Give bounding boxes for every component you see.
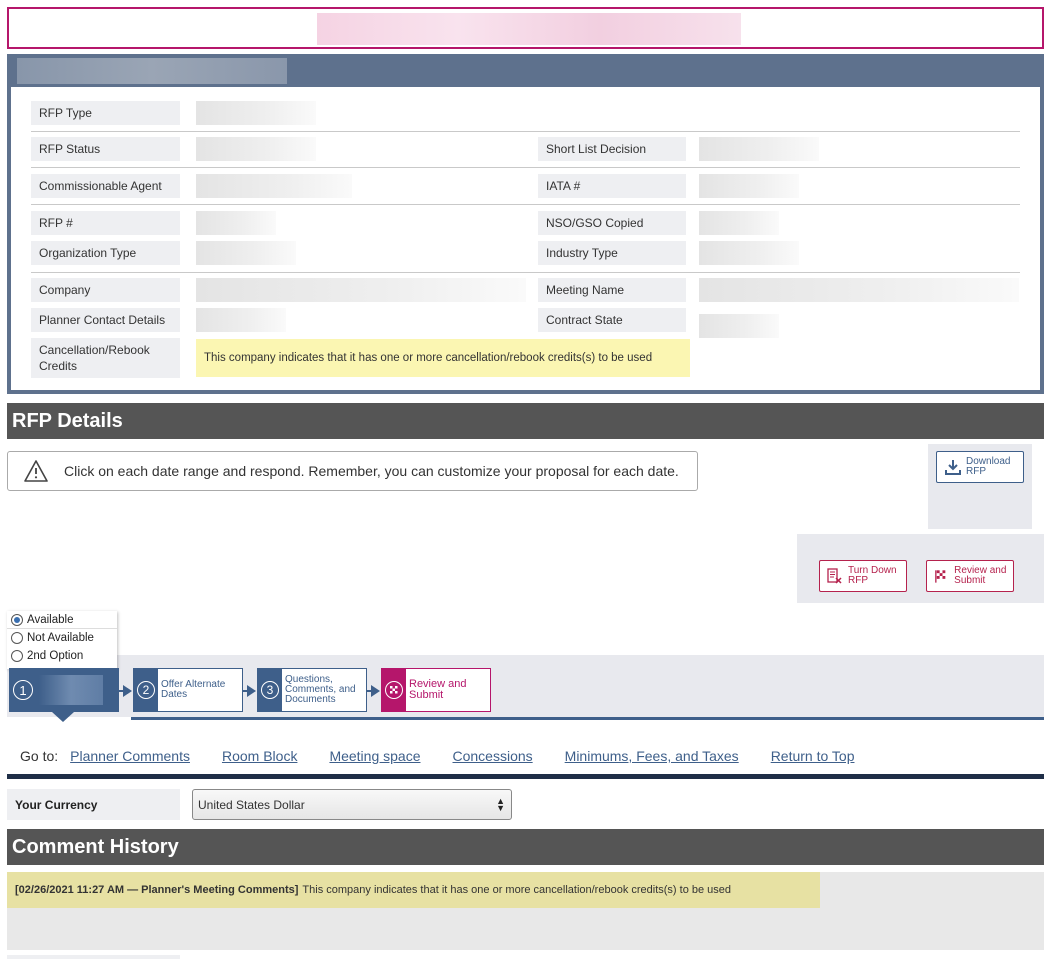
value-planner-contact-details	[196, 308, 286, 332]
value-contract-state	[699, 314, 779, 338]
divider	[31, 204, 1020, 205]
rfp-info-panel: RFP Type RFP Status Short List Decision …	[7, 54, 1044, 394]
value-commissionable-agent	[196, 174, 352, 198]
value-iata	[699, 174, 799, 198]
value-short-list-decision	[699, 137, 819, 161]
label-organization-type: Organization Type	[31, 241, 180, 265]
comment-entry: [02/26/2021 11:27 AM — Planner's Meeting…	[7, 872, 820, 908]
value-company	[196, 278, 526, 302]
step-3-questions-comments-documents[interactable]: 3 Questions, Comments, and Documents	[257, 668, 367, 712]
step-4-review-and-submit[interactable]: Review and Submit	[381, 668, 491, 712]
page-title-bar	[7, 7, 1044, 49]
turn-down-rfp-button[interactable]: Turn Down RFP	[819, 560, 907, 592]
currency-label: Your Currency	[7, 789, 180, 820]
document-decline-icon	[827, 568, 842, 584]
download-rfp-button[interactable]: Download RFP	[936, 451, 1024, 483]
value-organization-type	[196, 241, 296, 265]
label-commissionable-agent: Commissionable Agent	[31, 174, 180, 198]
label-rfp-type: RFP Type	[31, 101, 180, 125]
goto-link-planner-comments[interactable]: Planner Comments	[70, 748, 190, 764]
label-short-list-decision: Short List Decision	[538, 137, 686, 161]
goto-link-minimums-fees-taxes[interactable]: Minimums, Fees, and Taxes	[565, 748, 739, 764]
redacted-title	[317, 13, 741, 45]
step-arrow	[371, 685, 380, 697]
label-rfp-number: RFP #	[31, 211, 180, 235]
active-step-caret	[52, 712, 74, 722]
alert-text: Click on each date range and respond. Re…	[64, 463, 679, 479]
availability-option-2nd-option[interactable]: 2nd Option	[7, 647, 117, 665]
label-cancellation-rebook-credits: Cancellation/Rebook Credits	[31, 338, 180, 378]
label-contract-state: Contract State	[538, 308, 686, 332]
radio[interactable]	[11, 650, 23, 662]
step-2-offer-alternate-dates[interactable]: 2 Offer Alternate Dates	[133, 668, 243, 712]
label-planner-contact-details: Planner Contact Details	[31, 308, 180, 332]
divider	[31, 131, 1020, 132]
step-number-block: 2	[134, 669, 158, 711]
comment-text: This company indicates that it has one o…	[302, 884, 732, 896]
step-arrow	[123, 685, 132, 697]
download-rfp-label: Download RFP	[966, 456, 1011, 477]
redacted-date-range	[39, 675, 103, 705]
label-nso-gso-copied: NSO/GSO Copied	[538, 211, 686, 235]
goto-link-meeting-space[interactable]: Meeting space	[329, 748, 420, 764]
step-label: Questions, Comments, and Documents	[285, 674, 356, 705]
redacted-panel-heading	[17, 58, 287, 84]
checkered-flag-icon	[935, 570, 946, 583]
label-company: Company	[31, 278, 180, 302]
label-iata: IATA #	[538, 174, 686, 198]
comment-history-heading: Comment History	[7, 829, 1044, 865]
checkered-flag-icon	[385, 681, 403, 699]
step-arrow	[247, 685, 256, 697]
review-and-submit-label: Review and Submit	[954, 565, 1007, 586]
value-industry-type	[699, 241, 799, 265]
currency-select[interactable]: United States Dollar ▲ ▼	[192, 789, 512, 820]
availability-option-not-available[interactable]: Not Available	[7, 629, 117, 647]
step-label: Review and Submit	[409, 678, 467, 701]
instruction-alert: Click on each date range and respond. Re…	[7, 451, 698, 491]
value-rfp-number	[196, 211, 276, 235]
radio[interactable]	[11, 632, 23, 644]
step-tracker-underline	[131, 717, 1044, 720]
goto-link-return-to-top[interactable]: Return to Top	[771, 748, 855, 764]
label-meeting-name: Meeting Name	[538, 278, 686, 302]
download-icon	[945, 460, 961, 475]
credit-note: This company indicates that it has one o…	[196, 339, 690, 377]
value-nso-gso-copied	[699, 211, 779, 235]
label-industry-type: Industry Type	[538, 241, 686, 265]
radio-selected[interactable]	[11, 613, 23, 626]
warning-icon	[24, 460, 48, 482]
next-section-label	[7, 955, 180, 959]
turn-down-rfp-label: Turn Down RFP	[848, 565, 897, 586]
availability-option-available[interactable]: Available	[7, 611, 117, 629]
currency-selected-value: United States Dollar	[198, 797, 305, 812]
step-label: Offer Alternate Dates	[161, 679, 226, 700]
availability-options: Available Not Available 2nd Option	[7, 611, 117, 669]
value-rfp-type	[196, 101, 316, 125]
comment-meta: [02/26/2021 11:27 AM — Planner's Meeting…	[15, 884, 299, 896]
select-arrows-icon: ▲ ▼	[496, 796, 505, 813]
goto-link-room-block[interactable]: Room Block	[222, 748, 297, 764]
step-number-block	[382, 669, 406, 711]
label-rfp-status: RFP Status	[31, 137, 180, 161]
goto-nav: Go to: Planner Comments Room Block Meeti…	[20, 748, 854, 764]
review-and-submit-button[interactable]: Review and Submit	[926, 560, 1014, 592]
divider	[31, 167, 1020, 168]
step-number: 1	[13, 680, 33, 700]
step-1-date-range[interactable]: 1	[9, 668, 119, 712]
value-rfp-status	[196, 137, 316, 161]
value-meeting-name	[699, 278, 1019, 302]
nav-divider	[7, 774, 1044, 779]
goto-label: Go to:	[20, 748, 59, 764]
step-number-block: 3	[258, 669, 282, 711]
rfp-details-heading: RFP Details	[7, 403, 1044, 439]
goto-link-concessions[interactable]: Concessions	[453, 748, 533, 764]
rfp-info-grid: RFP Type RFP Status Short List Decision …	[11, 87, 1040, 390]
divider	[31, 272, 1020, 273]
